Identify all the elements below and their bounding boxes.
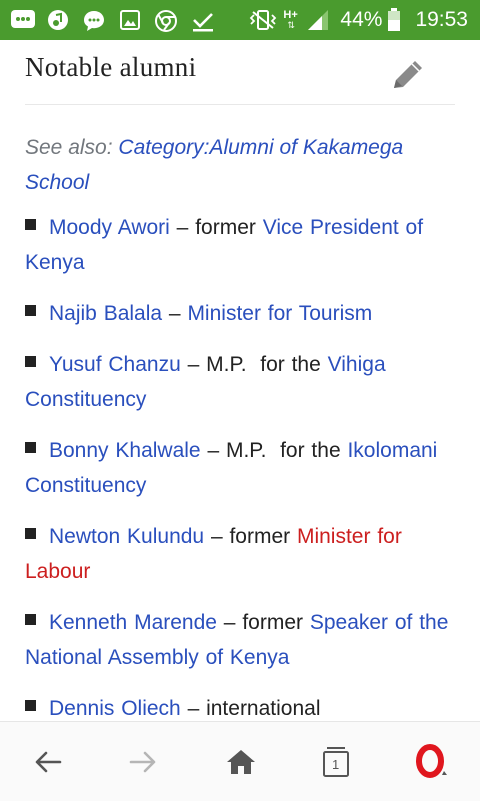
role-link[interactable]: Minister for Tourism xyxy=(187,302,372,325)
list-item: Dennis Oliech – international xyxy=(25,691,465,721)
list-item: Bonny Khalwale – M.P. for the Ikolomani … xyxy=(25,433,465,503)
status-bar: H+ ⇅ 44% 19:53 xyxy=(0,0,480,40)
person-link[interactable]: Kenneth Marende xyxy=(49,611,217,634)
separator-text: – former xyxy=(169,216,263,239)
forward-button[interactable] xyxy=(119,738,167,786)
status-right: H+ ⇅ 44% 19:53 xyxy=(249,0,480,40)
bullet xyxy=(25,527,36,539)
separator-text: – M.P. for the xyxy=(200,439,348,462)
bullet xyxy=(25,441,36,453)
list-item: Moody Awori – former Vice President of K… xyxy=(25,210,465,280)
signal-icon xyxy=(308,10,329,30)
article-content: Notable alumni See also: Category:Alumni… xyxy=(0,40,480,721)
separator-text: – international xyxy=(180,697,321,720)
battery-percent: 44% xyxy=(340,8,383,31)
bullet xyxy=(25,613,36,625)
list-item: Najib Balala – Minister for Tourism xyxy=(25,296,465,331)
alumni-list: Moody Awori – former Vice President of K… xyxy=(25,210,465,721)
chrome-icon xyxy=(155,10,177,32)
separator-text: – M.P. for the xyxy=(180,353,328,376)
bullet xyxy=(25,218,36,230)
separator-text: – xyxy=(162,302,188,325)
vibrate-icon xyxy=(250,10,277,30)
separator-text: – former xyxy=(204,525,297,548)
see-also-prefix: See also: xyxy=(25,136,113,159)
edit-pencil-icon[interactable] xyxy=(389,58,429,94)
bullet xyxy=(25,699,36,711)
list-item: Kenneth Marende – former Speaker of the … xyxy=(25,605,465,675)
gallery-icon xyxy=(120,10,140,30)
person-link[interactable]: Moody Awori xyxy=(49,216,170,239)
bullet xyxy=(25,304,36,316)
home-button[interactable] xyxy=(217,738,265,786)
separator-text: – former xyxy=(216,611,310,634)
back-button[interactable] xyxy=(24,738,72,786)
bullet xyxy=(25,355,36,367)
tab-count: 1 xyxy=(332,757,340,772)
download-done-icon xyxy=(193,13,213,32)
section-header: Notable alumni xyxy=(25,48,455,105)
person-link[interactable]: Yusuf Chanzu xyxy=(49,353,181,376)
opera-menu-button[interactable] xyxy=(408,738,456,786)
clock: 19:53 xyxy=(415,8,468,31)
tabs-button[interactable]: 1 xyxy=(312,738,360,786)
battery-icon xyxy=(388,8,401,31)
opera-logo-icon xyxy=(416,744,447,778)
person-link[interactable]: Najib Balala xyxy=(49,302,162,325)
list-item: Yusuf Chanzu – M.P. for the Vihiga Const… xyxy=(25,347,465,417)
section-title: Notable alumni xyxy=(25,52,197,82)
home-icon xyxy=(227,750,255,774)
person-link[interactable]: Newton Kulundu xyxy=(49,525,204,548)
see-also-note: See also: Category:Alumni of Kakamega Sc… xyxy=(25,130,465,200)
messages-icon xyxy=(11,10,35,28)
music-icon xyxy=(48,10,68,30)
forward-arrow-icon xyxy=(129,751,156,773)
network-type: H+ ⇅ xyxy=(283,9,298,30)
browser-bottom-bar: 1 xyxy=(0,721,480,801)
person-link[interactable]: Dennis Oliech xyxy=(49,697,181,720)
chat-bubble-icon xyxy=(84,11,104,31)
list-item: Newton Kulundu – former Minister for Lab… xyxy=(25,519,465,589)
back-arrow-icon xyxy=(35,751,62,773)
person-link[interactable]: Bonny Khalwale xyxy=(49,439,201,462)
